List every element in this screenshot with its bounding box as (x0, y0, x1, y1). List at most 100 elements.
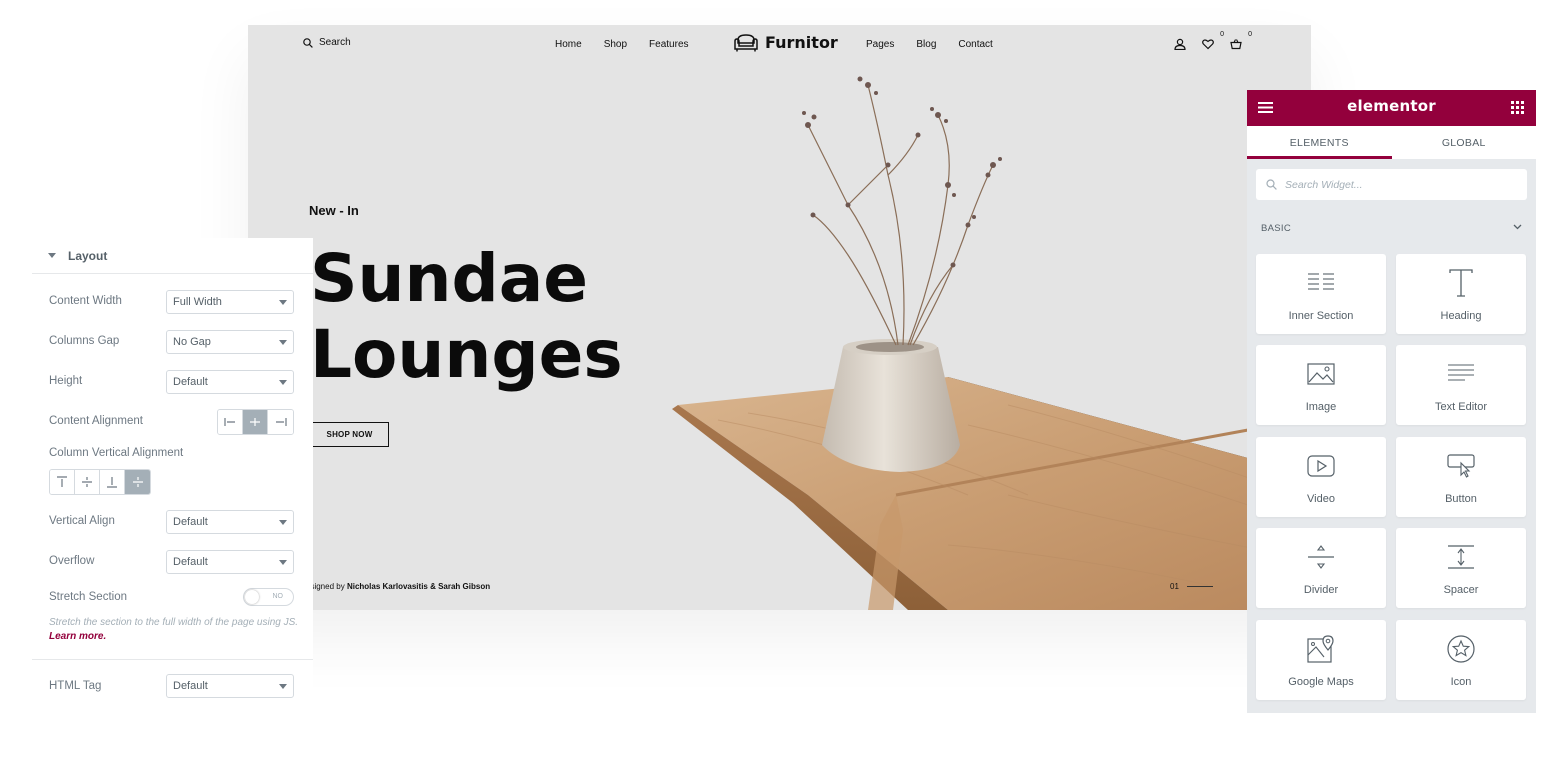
content-width-select[interactable]: Full Width (166, 290, 294, 314)
widget-label: Divider (1303, 584, 1339, 596)
elementor-panel: elementor ELEMENTS GLOBAL BASIC Inner Se… (1247, 90, 1536, 713)
section-title: Layout (68, 249, 108, 263)
align-top-icon (57, 476, 67, 487)
nav-pages[interactable]: Pages (866, 39, 894, 50)
nav-contact[interactable]: Contact (958, 39, 992, 50)
columns-gap-value: No Gap (173, 336, 211, 348)
wishlist-icon[interactable]: 0 (1202, 31, 1224, 51)
heading-icon (1446, 268, 1476, 298)
text-editor-icon (1446, 359, 1476, 389)
tab-elements[interactable]: ELEMENTS (1247, 126, 1392, 159)
widget-label: Spacer (1443, 584, 1479, 596)
nav-shop[interactable]: Shop (604, 39, 627, 50)
overflow-value: Default (173, 556, 208, 568)
slide-current: 01 (1170, 582, 1179, 591)
hero-title-line1: Sundae (310, 240, 589, 317)
widget-video[interactable]: Video (1256, 437, 1386, 517)
dropdown-arrow-icon (279, 520, 287, 525)
nav-left: Home Shop Features (555, 39, 689, 50)
logo-text: Furnitor (765, 33, 838, 52)
chevron-down-icon[interactable] (1513, 224, 1522, 230)
dropdown-arrow-icon (279, 300, 287, 305)
nav-blog[interactable]: Blog (916, 39, 936, 50)
widget-label: Image (1305, 401, 1337, 413)
account-icon[interactable] (1174, 37, 1188, 51)
vertical-align-value: Default (173, 516, 208, 528)
dropdown-arrow-icon (279, 340, 287, 345)
stretch-section-label: Stretch Section (49, 591, 127, 603)
valign-stretch-button[interactable] (125, 470, 150, 494)
height-select[interactable]: Default (166, 370, 294, 394)
align-left-icon (224, 418, 235, 426)
toggle-text: NO (272, 593, 284, 600)
widget-label: Text Editor (1435, 401, 1487, 413)
category-basic[interactable]: BASIC (1261, 223, 1291, 234)
site-logo[interactable]: Furnitor (733, 33, 838, 52)
nav-right: Pages Blog Contact (866, 39, 993, 50)
align-end-button[interactable] (268, 410, 293, 434)
divider-icon (1306, 542, 1336, 572)
widget-search-input[interactable] (1285, 178, 1505, 191)
nav-home[interactable]: Home (555, 39, 582, 50)
hero-eyebrow: New - In (309, 203, 359, 218)
columns-gap-select[interactable]: No Gap (166, 330, 294, 354)
apps-grid-icon[interactable] (1511, 101, 1524, 114)
caret-down-icon (48, 253, 56, 258)
widget-text-editor[interactable]: Text Editor (1396, 345, 1526, 425)
google-maps-icon (1306, 634, 1336, 664)
widget-heading[interactable]: Heading (1396, 254, 1526, 334)
learn-more-link[interactable]: Learn more. (49, 631, 106, 642)
widget-inner-section[interactable]: Inner Section (1256, 254, 1386, 334)
widget-image[interactable]: Image (1256, 345, 1386, 425)
stretch-section-toggle[interactable]: NO (243, 588, 294, 606)
website-preview: Search Home Shop Features Furnitor Pages… (248, 25, 1311, 610)
search-icon (1266, 179, 1277, 190)
html-tag-select[interactable]: Default (166, 674, 294, 698)
toggle-knob (245, 590, 259, 604)
column-vertical-alignment-label: Column Vertical Alignment (49, 447, 184, 459)
widget-google-maps[interactable]: Google Maps (1256, 620, 1386, 700)
widget-icon[interactable]: Icon (1396, 620, 1526, 700)
align-stretch-icon (132, 477, 143, 487)
dropdown-arrow-icon (279, 380, 287, 385)
nav-features[interactable]: Features (649, 39, 688, 50)
overflow-select[interactable]: Default (166, 550, 294, 574)
button-icon (1446, 451, 1476, 481)
inner-section-icon (1306, 268, 1336, 298)
vertical-align-select[interactable]: Default (166, 510, 294, 534)
star-icon (1446, 634, 1476, 664)
shop-now-button[interactable]: SHOP NOW (310, 422, 389, 447)
align-start-button[interactable] (218, 410, 243, 434)
hero-title: Sundae Lounges (310, 241, 623, 393)
content-width-value: Full Width (173, 296, 222, 308)
align-middle-icon (82, 477, 92, 487)
columns-gap-label: Columns Gap (49, 335, 120, 347)
slide-progress-line (1186, 586, 1213, 587)
height-label: Height (49, 375, 83, 387)
align-bottom-icon (107, 477, 117, 488)
designer-names: Nicholas Karlovasitis & Sarah Gibson (346, 582, 491, 591)
widget-spacer[interactable]: Spacer (1396, 528, 1526, 608)
valign-top-button[interactable] (50, 470, 75, 494)
wishlist-count: 0 (1220, 31, 1224, 38)
align-center-icon (250, 418, 260, 426)
site-header: Search Home Shop Features Furnitor Pages… (248, 25, 1311, 67)
section-settings-panel: Layout Content Width Full Width Columns … (32, 238, 313, 698)
valign-bottom-button[interactable] (100, 470, 125, 494)
layout-section-header[interactable]: Layout (32, 238, 313, 274)
vertical-align-label: Vertical Align (49, 515, 115, 527)
site-search[interactable]: Search (303, 37, 351, 48)
search-label: Search (319, 37, 351, 48)
valign-middle-button[interactable] (75, 470, 100, 494)
widget-button[interactable]: Button (1396, 437, 1526, 517)
tab-global[interactable]: GLOBAL (1392, 126, 1537, 159)
cart-icon[interactable]: 0 (1230, 31, 1252, 51)
slide-indicator[interactable]: 01 (1170, 582, 1213, 591)
image-icon (1306, 359, 1336, 389)
widget-search (1256, 169, 1527, 200)
align-right-icon (275, 418, 287, 426)
spacer-icon (1446, 542, 1476, 572)
widget-divider[interactable]: Divider (1256, 528, 1386, 608)
align-middle-button[interactable] (243, 410, 268, 434)
description-text: Stretch the section to the full width of… (49, 617, 299, 628)
